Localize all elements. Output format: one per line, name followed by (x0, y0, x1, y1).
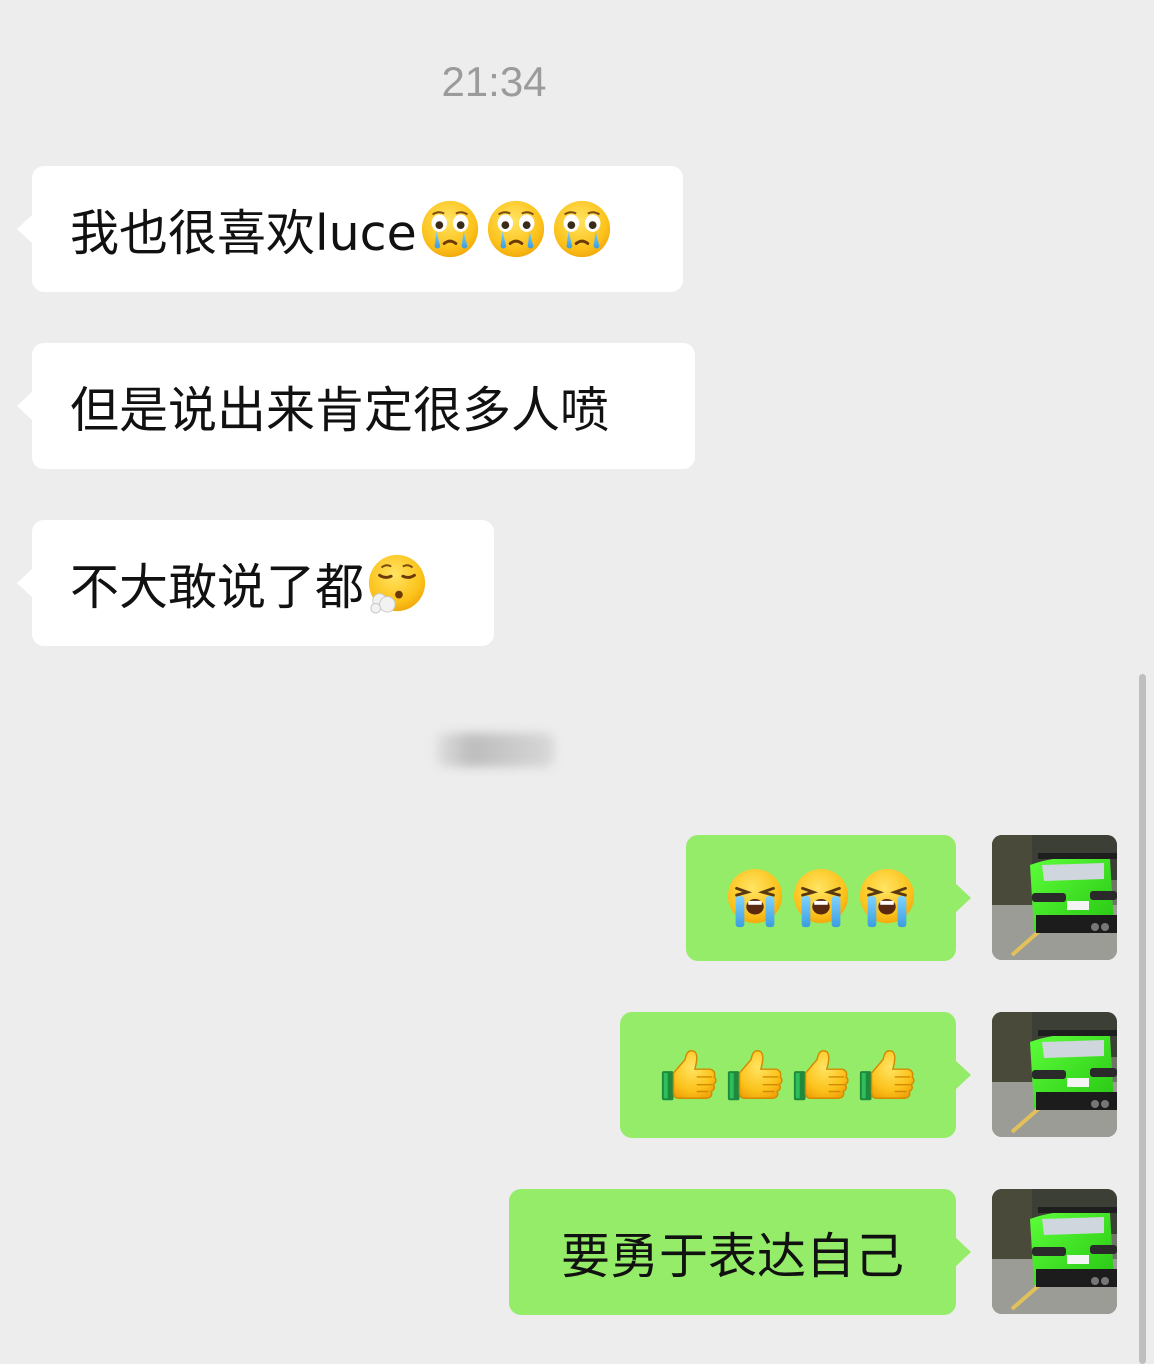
thumbs-up-icon (856, 1044, 918, 1106)
incoming-message[interactable]: 不大敢说了都 (17, 520, 494, 646)
message-text: 不大敢说了都 (70, 558, 365, 616)
message-text: 我也很喜欢luce (70, 204, 417, 262)
loudly-crying-face-icon (790, 867, 852, 929)
incoming-message[interactable]: 但是说出来肯定很多人喷 (17, 343, 695, 469)
scrollbar[interactable] (1139, 674, 1146, 1364)
timestamp: 21:34 (441, 58, 547, 105)
avatar[interactable] (992, 835, 1117, 960)
thumbs-up-icon (658, 1044, 720, 1106)
outgoing-message[interactable]: 要勇于表达自己 (509, 1189, 971, 1315)
crying-face-icon (419, 198, 481, 260)
avatar[interactable] (992, 1189, 1117, 1314)
crying-face-icon (551, 198, 613, 260)
message-text: 要勇于表达自己 (560, 1227, 904, 1285)
outgoing-message[interactable] (620, 1012, 971, 1138)
loudly-crying-face-icon (856, 867, 918, 929)
crying-face-icon (485, 198, 547, 260)
message-text: 但是说出来肯定很多人喷 (70, 381, 610, 439)
loudly-crying-face-icon (724, 867, 786, 929)
outgoing-message[interactable] (686, 835, 971, 961)
face-exhaling-icon (366, 552, 428, 614)
thumbs-up-icon (724, 1044, 786, 1106)
thumbs-up-icon (790, 1044, 852, 1106)
avatar[interactable] (992, 1012, 1117, 1137)
incoming-message[interactable]: 我也很喜欢luce (17, 166, 683, 292)
redacted-timestamp (436, 733, 554, 767)
